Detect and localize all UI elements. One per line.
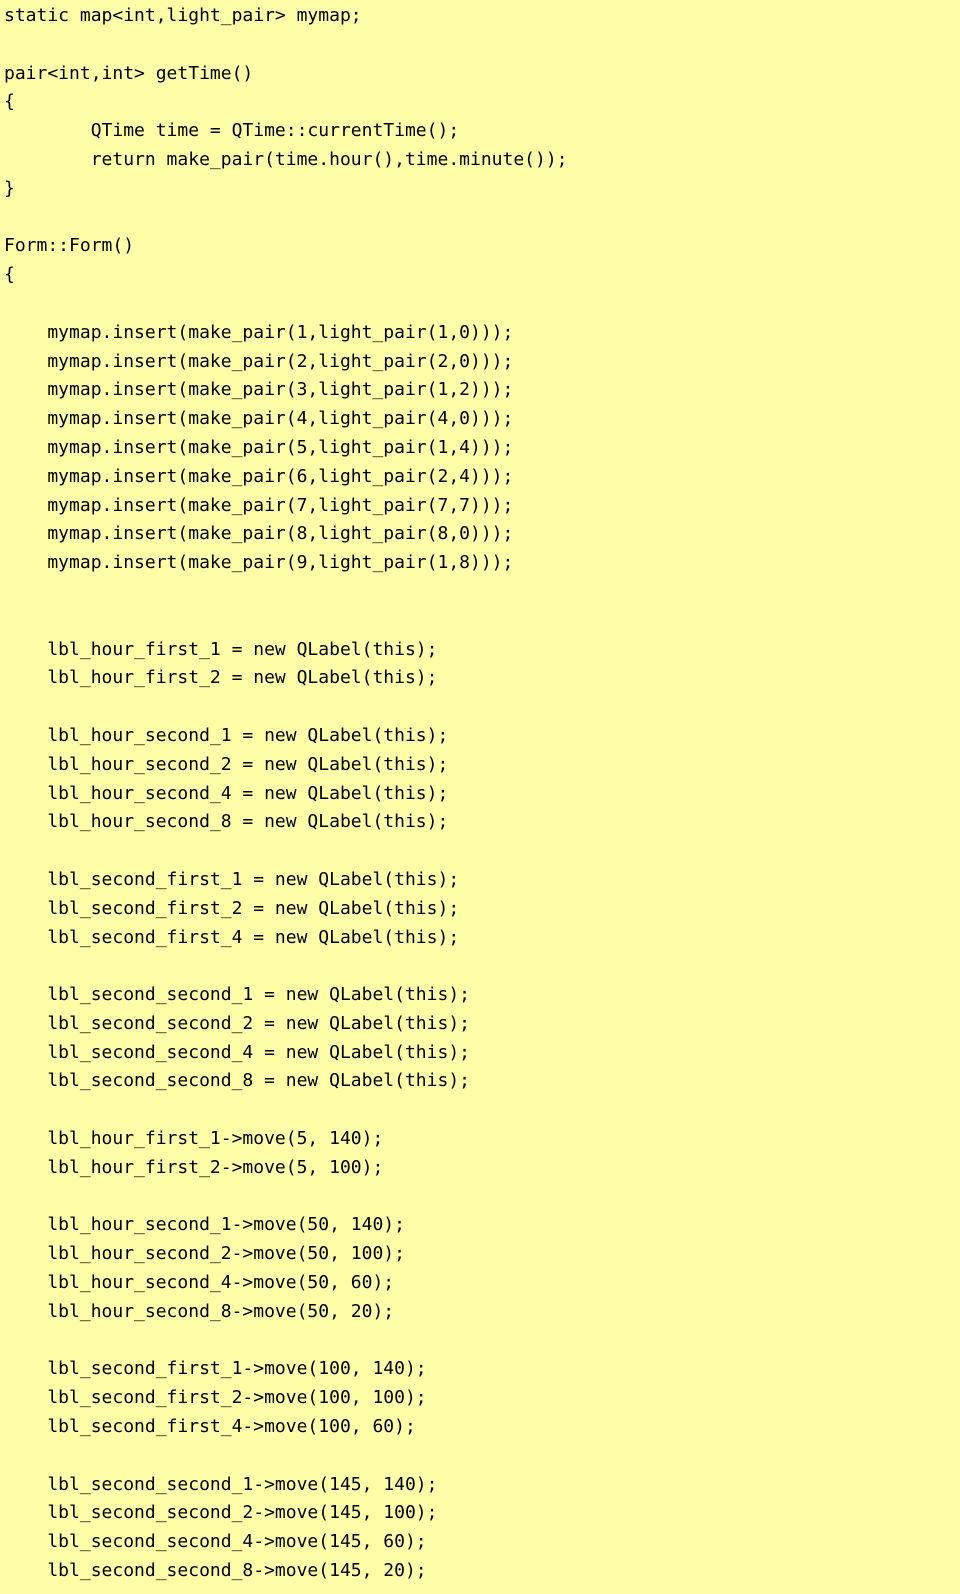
code-line (4, 204, 956, 233)
code-line: Form::Form() (4, 232, 956, 261)
code-line: lbl_second_first_4->move(100, 60); (4, 1413, 956, 1442)
code-line: lbl_second_first_2 = new QLabel(this); (4, 895, 956, 924)
code-line: lbl_hour_second_1->move(50, 140); (4, 1211, 956, 1240)
code-line (4, 1096, 956, 1125)
code-line: lbl_second_second_1->move(145, 140); (4, 1471, 956, 1500)
code-line: static map<int,light_pair> mymap; (4, 2, 956, 31)
code-line: QTime time = QTime::currentTime(); (4, 117, 956, 146)
code-line (4, 1183, 956, 1212)
code-line: lbl_second_second_8->move(145, 20); (4, 1557, 956, 1586)
code-block: static map<int,light_pair> mymap; pair<in… (0, 0, 960, 1594)
code-line: mymap.insert(make_pair(9,light_pair(1,8)… (4, 549, 956, 578)
code-line: lbl_hour_second_2 = new QLabel(this); (4, 751, 956, 780)
code-line: return make_pair(time.hour(),time.minute… (4, 146, 956, 175)
code-line: lbl_second_first_1->move(100, 140); (4, 1355, 956, 1384)
code-line (4, 952, 956, 981)
code-line: mymap.insert(make_pair(8,light_pair(8,0)… (4, 520, 956, 549)
code-line: { (4, 88, 956, 117)
code-line: lbl_hour_second_8 = new QLabel(this); (4, 808, 956, 837)
code-line: lbl_second_second_1 = new QLabel(this); (4, 981, 956, 1010)
code-line: lbl_hour_second_4->move(50, 60); (4, 1269, 956, 1298)
code-line (4, 31, 956, 60)
code-line: lbl_second_second_8 = new QLabel(this); (4, 1067, 956, 1096)
code-line (4, 837, 956, 866)
code-line: lbl_hour_first_2->move(5, 100); (4, 1154, 956, 1183)
code-line (4, 578, 956, 607)
code-line: lbl_hour_second_8->move(50, 20); (4, 1298, 956, 1327)
code-line: lbl_second_first_1 = new QLabel(this); (4, 866, 956, 895)
code-line: lbl_second_second_2 = new QLabel(this); (4, 1010, 956, 1039)
code-line: lbl_second_first_2->move(100, 100); (4, 1384, 956, 1413)
code-line: lbl_hour_first_1->move(5, 140); (4, 1125, 956, 1154)
code-line: lbl_second_second_2->move(145, 100); (4, 1499, 956, 1528)
code-line: lbl_hour_first_1 = new QLabel(this); (4, 636, 956, 665)
code-line: mymap.insert(make_pair(1,light_pair(1,0)… (4, 319, 956, 348)
code-line (4, 693, 956, 722)
code-line: lbl_hour_first_2 = new QLabel(this); (4, 664, 956, 693)
code-line: pair<int,int> getTime() (4, 60, 956, 89)
code-line: lbl_hour_second_1 = new QLabel(this); (4, 722, 956, 751)
code-line: lbl_second_second_4->move(145, 60); (4, 1528, 956, 1557)
code-line: } (4, 175, 956, 204)
code-line: mymap.insert(make_pair(4,light_pair(4,0)… (4, 405, 956, 434)
code-line: lbl_second_first_4 = new QLabel(this); (4, 924, 956, 953)
code-line: mymap.insert(make_pair(7,light_pair(7,7)… (4, 492, 956, 521)
code-line (4, 607, 956, 636)
code-line: mymap.insert(make_pair(2,light_pair(2,0)… (4, 348, 956, 377)
code-line: mymap.insert(make_pair(6,light_pair(2,4)… (4, 463, 956, 492)
code-line (4, 290, 956, 319)
code-line: mymap.insert(make_pair(5,light_pair(1,4)… (4, 434, 956, 463)
code-line: lbl_hour_second_2->move(50, 100); (4, 1240, 956, 1269)
code-line (4, 1327, 956, 1356)
code-line (4, 1442, 956, 1471)
code-line: lbl_hour_second_4 = new QLabel(this); (4, 780, 956, 809)
code-line: lbl_second_second_4 = new QLabel(this); (4, 1039, 956, 1068)
code-line: mymap.insert(make_pair(3,light_pair(1,2)… (4, 376, 956, 405)
code-line: { (4, 261, 956, 290)
